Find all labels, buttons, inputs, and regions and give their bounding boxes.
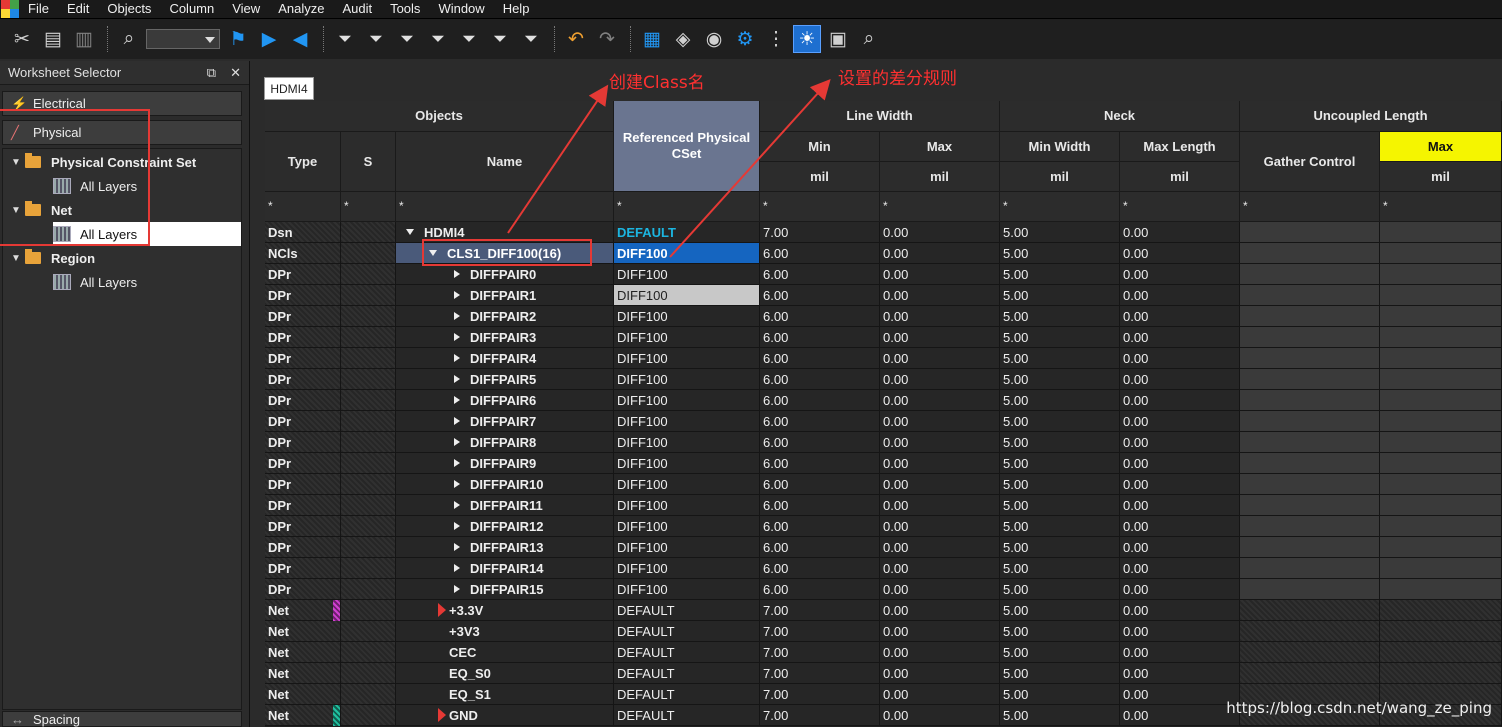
annotation-arrow [669, 79, 831, 258]
app-window: File Edit Objects Column View Analyze Au… [0, 0, 1502, 727]
watermark: https://blog.csdn.net/wang_ze_ping [1226, 699, 1492, 717]
annotation-arrows [507, 79, 831, 258]
annotation-arrow [507, 84, 609, 234]
